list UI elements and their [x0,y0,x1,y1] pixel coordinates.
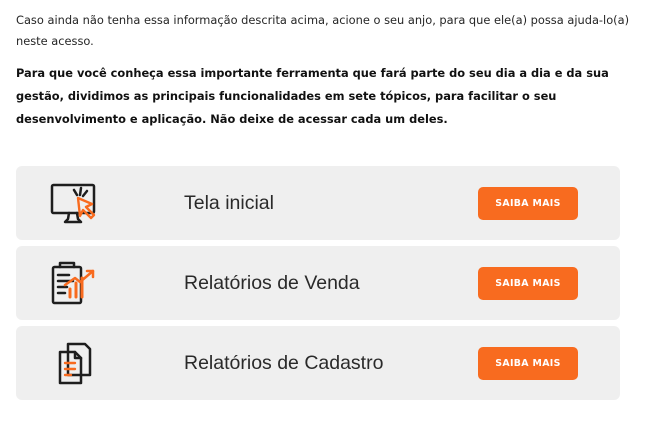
sales-report-chart-icon [44,258,106,308]
card-title: Relatórios de Cadastro [184,352,384,374]
card-title: Tela inicial [184,192,274,214]
page-content: Caso ainda não tenha essa informação des… [0,0,648,422]
feature-card-relatorios-venda: Relatórios de Venda SAIBA MAIS [16,246,620,320]
intro-text: Caso ainda não tenha essa informação des… [16,13,630,48]
card-title: Relatórios de Venda [184,272,360,294]
saiba-mais-button[interactable]: SAIBA MAIS [478,267,578,300]
feature-card-tela-inicial: Tela inicial SAIBA MAIS [16,166,620,240]
feature-cards-list: Tela inicial SAIBA MAIS Relatórios de Ve… [16,166,620,406]
bold-intro-paragraph: Para que você conheça essa importante fe… [16,66,609,126]
feature-card-relatorios-cadastro: Relatórios de Cadastro SAIBA MAIS [16,326,620,400]
documents-copy-icon [44,338,106,388]
saiba-mais-button[interactable]: SAIBA MAIS [478,347,578,380]
monitor-click-icon [44,178,106,228]
saiba-mais-button[interactable]: SAIBA MAIS [478,187,578,220]
